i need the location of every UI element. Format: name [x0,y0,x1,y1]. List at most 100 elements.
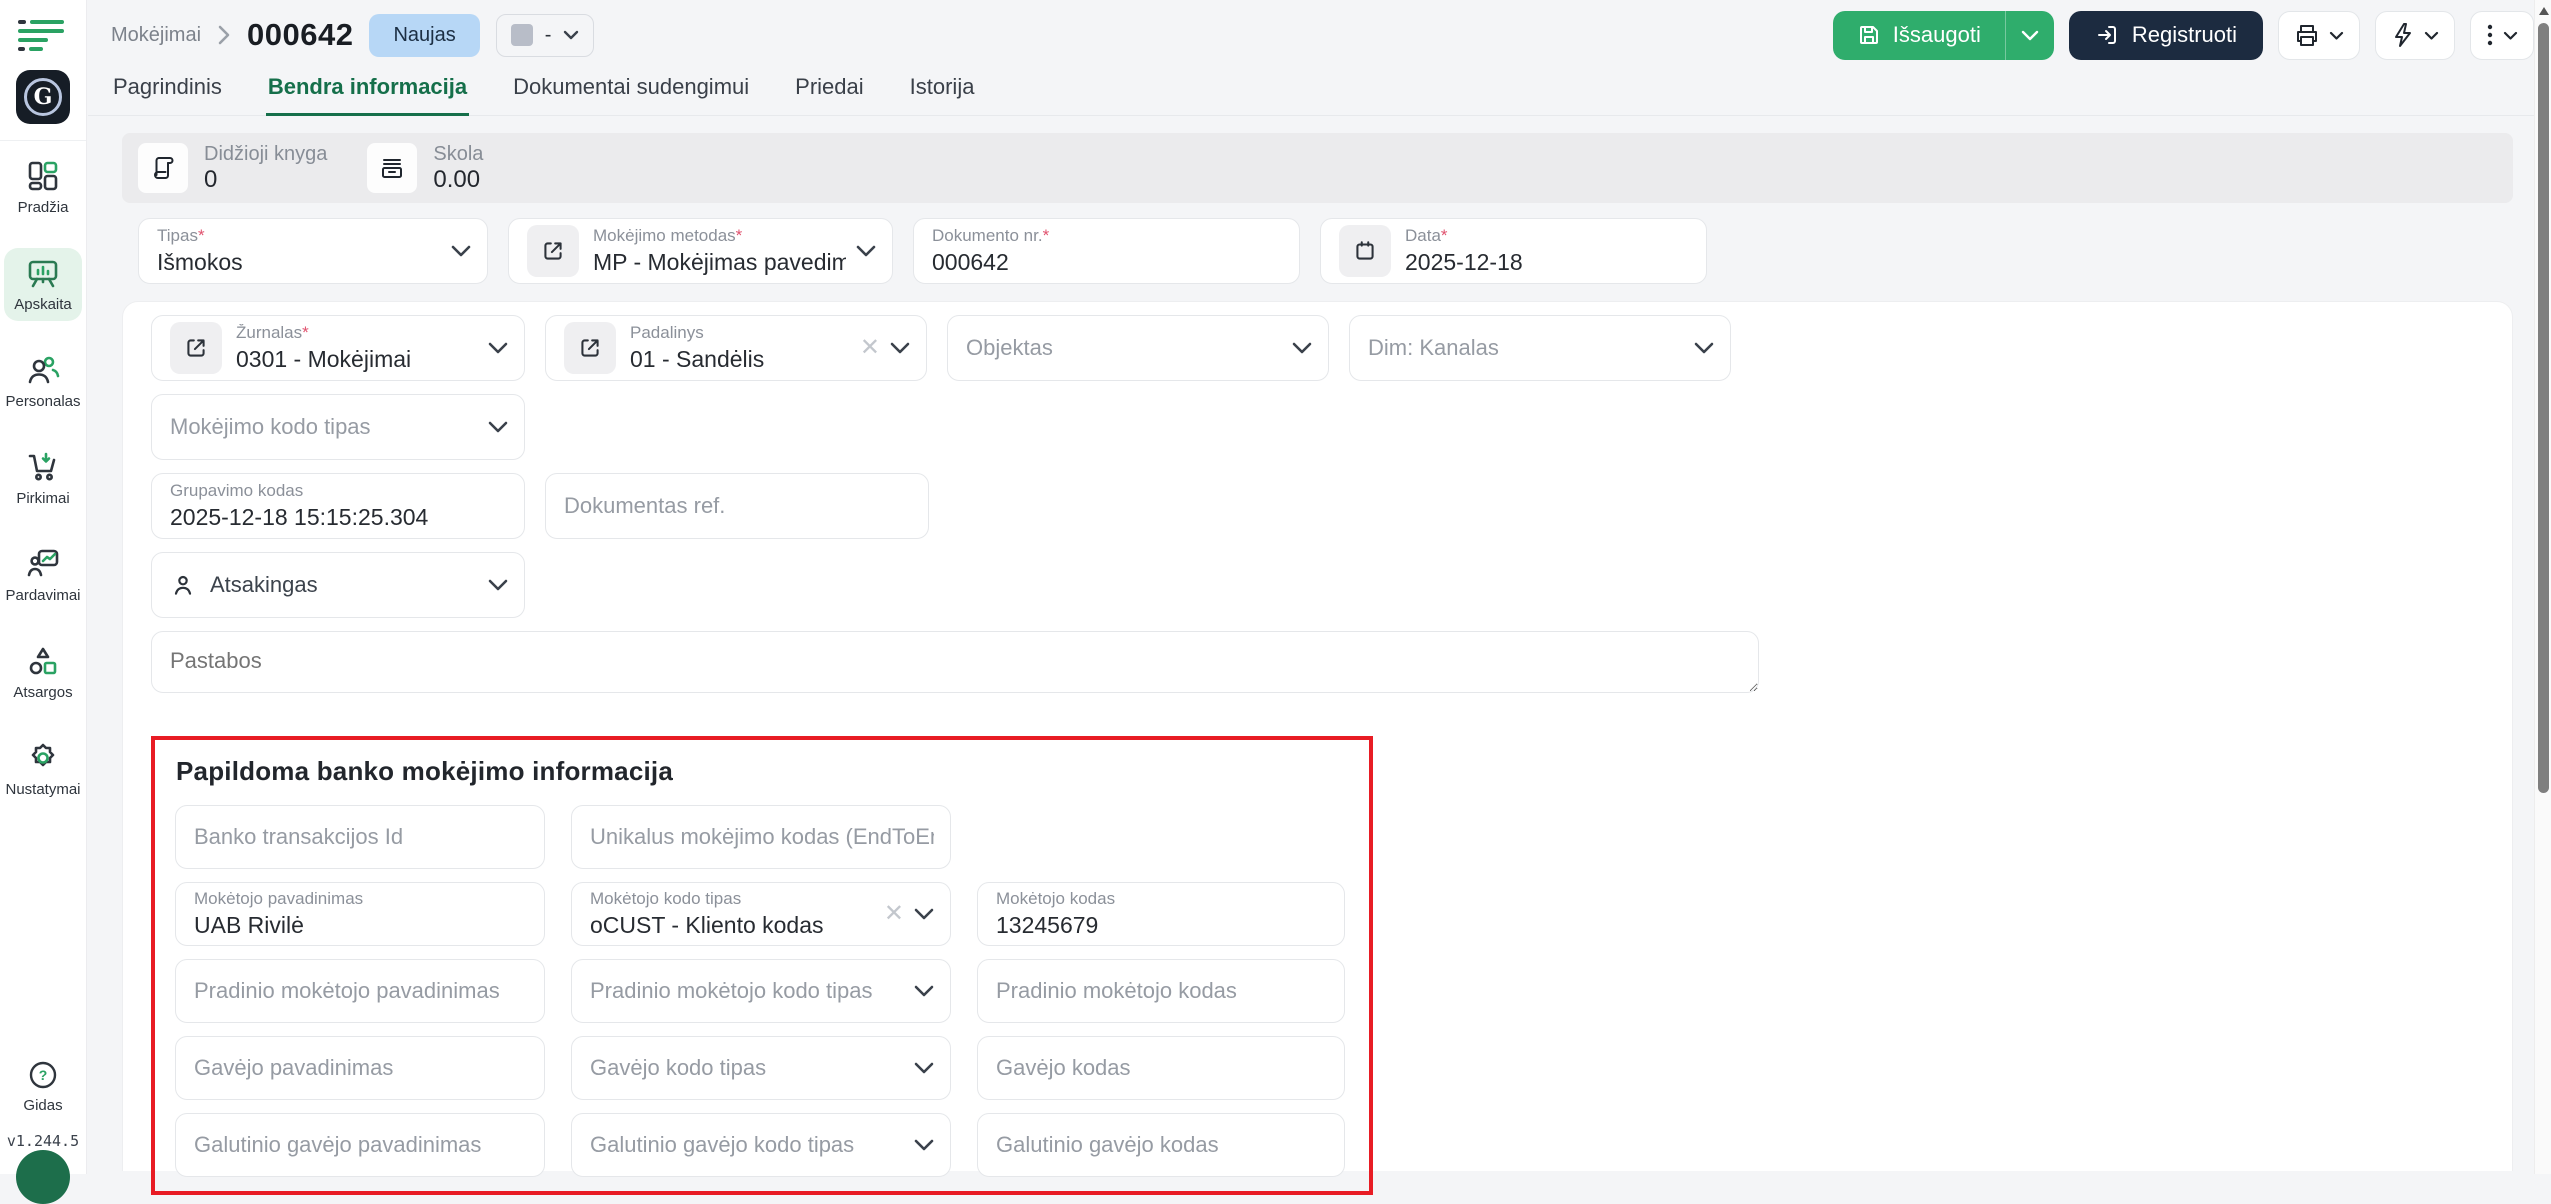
chevron-down-icon[interactable] [488,342,508,354]
grupavimo-kodas-input[interactable] [170,504,508,530]
galutinio-gavejo-kodas-field[interactable] [977,1113,1345,1177]
chevron-down-icon[interactable] [914,908,934,920]
tab-istorija[interactable]: Istorija [908,64,977,116]
chevron-down-icon[interactable] [1694,342,1714,354]
form-row-2: Žurnalas* 0301 - Mokėjimai Padalinys 01 … [151,315,2512,381]
tab-bendra-informacija[interactable]: Bendra informacija [266,64,469,116]
save-button[interactable]: Išsaugoti [1833,22,2005,48]
scrollbar-thumb[interactable] [2538,23,2549,793]
gavejo-pavadinimas-field[interactable] [175,1036,545,1100]
more-menu-button[interactable] [2470,11,2534,60]
dokumento-nr-input[interactable] [932,249,1283,275]
sidebar-item-personalas[interactable]: Personalas [4,345,82,418]
menu-icon[interactable] [18,16,68,54]
moketojo-pavadinimas-field[interactable]: Mokėtojo pavadinimas [175,882,545,946]
moketojo-kodas-field[interactable]: Mokėtojo kodas [977,882,1345,946]
atsakingas-select[interactable]: Atsakingas [151,552,525,618]
dokumentas-ref-field[interactable] [545,473,929,539]
chevron-down-icon[interactable] [890,342,910,354]
dokumentas-ref-input[interactable] [564,493,912,519]
field-placeholder: Galutinio gavėjo kodo tipas [590,1132,904,1158]
scroll-up-arrow-icon[interactable] [2539,7,2549,15]
grupavimo-kodas-field[interactable]: Grupavimo kodas [151,473,525,539]
color-selector-value: - [545,24,552,47]
chevron-down-icon[interactable] [914,1062,934,1074]
pradinio-moketojo-kodo-tipas-select[interactable]: Pradinio mokėtojo kodo tipas [571,959,951,1023]
calendar-icon[interactable] [1339,225,1391,277]
sidebar-item-atsargos[interactable]: Atsargos [4,636,82,709]
chevron-down-icon[interactable] [914,1139,934,1151]
grid-spacer [977,805,1345,869]
breadcrumb-root-link[interactable]: Mokėjimai [111,24,201,47]
stat-skola: Skola 0.00 [367,142,483,195]
padalinys-select[interactable]: Padalinys 01 - Sandėlis ✕ [545,315,927,381]
tab-priedai[interactable]: Priedai [793,64,865,116]
pradinio-moketojo-pavadinimas-field[interactable] [175,959,545,1023]
unikalus-kodas-field[interactable] [571,805,951,869]
status-badge[interactable]: Naujas [369,14,479,57]
chevron-down-icon[interactable] [451,245,471,257]
galutinio-gavejo-pavadinimas-field[interactable] [175,1113,545,1177]
data-input[interactable] [1405,249,1690,275]
dim-kanalas-select[interactable]: Dim: Kanalas [1349,315,1731,381]
sidebar-item-pirkimai[interactable]: Pirkimai [4,442,82,515]
banko-transakcijos-id-field[interactable] [175,805,545,869]
data-field[interactable]: Data* [1320,218,1707,284]
unikalus-kodas-input[interactable] [590,824,934,850]
external-link-icon[interactable] [564,322,616,374]
objektas-select[interactable]: Objektas [947,315,1329,381]
chevron-down-icon[interactable] [914,985,934,997]
chevron-down-icon[interactable] [488,421,508,433]
debt-icon [367,143,417,193]
print-button[interactable] [2278,11,2360,60]
color-selector[interactable]: - [496,14,595,57]
sidebar-item-pradzia[interactable]: Pradžia [4,151,82,224]
sidebar-item-apskaita[interactable]: Apskaita [4,248,82,321]
chevron-down-icon[interactable] [856,245,876,257]
register-button[interactable]: Registruoti [2069,11,2263,60]
galutinio-gavejo-pavadinimas-input[interactable] [194,1132,528,1158]
clear-x-icon[interactable]: ✕ [884,902,904,926]
mokejimo-kodo-tipas-select[interactable]: Mokėjimo kodo tipas [151,394,525,460]
galutinio-gavejo-kodo-tipas-select[interactable]: Galutinio gavėjo kodo tipas [571,1113,951,1177]
tab-dokumentai-sudengimui[interactable]: Dokumentai sudengimui [511,64,751,116]
moketojo-kodas-input[interactable] [996,912,1328,938]
chevron-down-icon [563,30,579,40]
external-link-icon[interactable] [170,322,222,374]
gavejo-kodas-field[interactable] [977,1036,1345,1100]
dokumento-nr-field[interactable]: Dokumento nr.* [913,218,1300,284]
sidebar-item-nustatymai[interactable]: Nustatymai [4,733,82,806]
zurnalas-select[interactable]: Žurnalas* 0301 - Mokėjimai [151,315,525,381]
chevron-down-icon[interactable] [488,579,508,591]
external-link-icon[interactable] [527,225,579,277]
pradinio-moketojo-kodas-input[interactable] [996,978,1328,1004]
sidebar-item-gidas[interactable]: ? Gidas [4,1051,82,1122]
chevron-down-icon [2329,31,2344,40]
moketojo-kodo-tipas-select[interactable]: Mokėtojo kodo tipas oCUST - Kliento koda… [571,882,951,946]
pradinio-moketojo-kodas-field[interactable] [977,959,1345,1023]
chat-widget-button[interactable] [16,1150,70,1204]
sidebar-item-pardavimai[interactable]: Pardavimai [4,539,82,612]
tipas-select[interactable]: Tipas* Išmokos [138,218,488,284]
pradinio-moketojo-pavadinimas-input[interactable] [194,978,528,1004]
quick-actions-button[interactable] [2375,11,2455,60]
stat-value: 0 [204,166,327,195]
banko-transakcijos-id-input[interactable] [194,824,528,850]
clear-x-icon[interactable]: ✕ [860,336,880,360]
field-placeholder: Objektas [966,335,1282,361]
gavejo-kodo-tipas-select[interactable]: Gavėjo kodo tipas [571,1036,951,1100]
tab-pagrindinis[interactable]: Pagrindinis [111,64,224,116]
moketojo-pavadinimas-input[interactable] [194,912,528,938]
galutinio-gavejo-kodas-input[interactable] [996,1132,1328,1158]
company-logo[interactable]: G [16,70,70,124]
field-label: Mokėtojo kodo tipas [590,890,876,909]
page-scrollbar[interactable] [2534,0,2551,1174]
field-value: 01 - Sandėlis [630,346,852,372]
topbar: Mokėjimai 000642 Naujas - [88,0,2534,58]
mokejimo-metodas-select[interactable]: Mokėjimo metodas* MP - Mokėjimas pavedim… [508,218,893,284]
pastabos-textarea[interactable] [151,631,1759,693]
chevron-down-icon[interactable] [1292,342,1312,354]
save-options-button[interactable] [2006,30,2054,41]
gavejo-kodas-input[interactable] [996,1055,1328,1081]
gavejo-pavadinimas-input[interactable] [194,1055,528,1081]
